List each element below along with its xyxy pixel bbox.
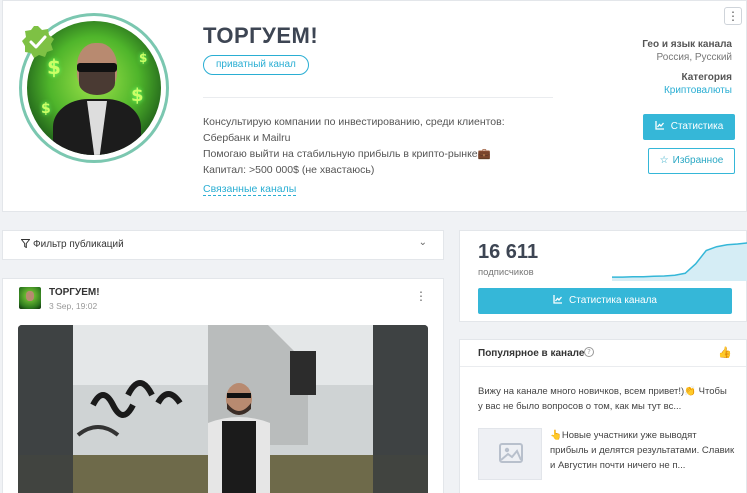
geo-label: Гео и язык канала	[642, 39, 732, 50]
popular-posts-card: Популярное в канале ? 👍 Вижу на канале м…	[459, 339, 747, 493]
verified-icon	[22, 26, 54, 58]
popular-title: Популярное в канале	[478, 348, 585, 359]
post-date: 3 Sep, 19:02	[49, 301, 98, 311]
description-line: Консультирую компании по инвестированию,…	[203, 116, 505, 144]
subscribers-card: 16 611 подписчиков Статистика канала	[459, 230, 747, 322]
geo-value: Россия, Русский	[656, 52, 732, 63]
private-channel-badge: приватный канал	[203, 55, 309, 75]
channel-header-card: $ $ $ $ ТОРГУЕМ! приватный канал Консуль…	[2, 0, 747, 212]
star-icon: ☆	[659, 155, 669, 166]
filter-label: Фильтр публикаций	[20, 239, 124, 250]
favorite-button-label: Избранное	[672, 155, 724, 166]
subscribers-label: подписчиков	[478, 267, 534, 278]
post-menu-icon[interactable]: ⋮	[415, 289, 427, 303]
filter-icon	[20, 239, 31, 249]
post-author: ТОРГУЕМ!	[49, 287, 100, 298]
publication-filter[interactable]: Фильтр публикаций ⌄	[2, 230, 444, 260]
thumbs-up-icon[interactable]: 👍	[718, 346, 732, 359]
popular-post-text[interactable]: Вижу на канале много новичков, всем прив…	[478, 384, 734, 414]
favorite-button[interactable]: ☆ Избранное	[648, 148, 735, 174]
info-icon[interactable]: ?	[584, 347, 594, 357]
chevron-down-icon: ⌄	[418, 237, 427, 248]
more-menu-button[interactable]: ⋮	[724, 7, 742, 25]
statistics-button-label: Статистика	[670, 121, 724, 132]
post-card: ТОРГУЕМ! 3 Sep, 19:02 ⋮	[2, 278, 444, 493]
category-link[interactable]: Криптовалюты	[664, 85, 732, 96]
subscribers-count: 16 611	[478, 241, 539, 263]
popular-post-text[interactable]: 👆Новые участники уже выводят прибыль и д…	[550, 428, 736, 473]
chart-icon	[553, 295, 563, 304]
post-image[interactable]	[18, 325, 428, 493]
related-channels-link[interactable]: Связанные каналы	[203, 183, 297, 196]
statistics-button[interactable]: Статистика	[643, 114, 735, 140]
chart-icon	[655, 121, 664, 130]
subscribers-sparkline	[612, 242, 747, 281]
description-line: Капитал: >500 000$ (не хвастаюсь)	[203, 164, 375, 176]
channel-title: ТОРГУЕМ!	[203, 23, 319, 48]
post-author-avatar	[19, 287, 41, 309]
divider	[460, 366, 746, 367]
channel-description: Консультирую компании по инвестированию,…	[203, 114, 553, 178]
image-placeholder-icon	[478, 428, 542, 480]
channel-statistics-button[interactable]: Статистика канала	[478, 288, 732, 314]
channel-statistics-label: Статистика канала	[569, 295, 657, 306]
description-line: Помогаю выйти на стабильную прибыль в кр…	[203, 148, 491, 160]
divider	[203, 97, 553, 98]
category-label: Категория	[681, 72, 732, 83]
